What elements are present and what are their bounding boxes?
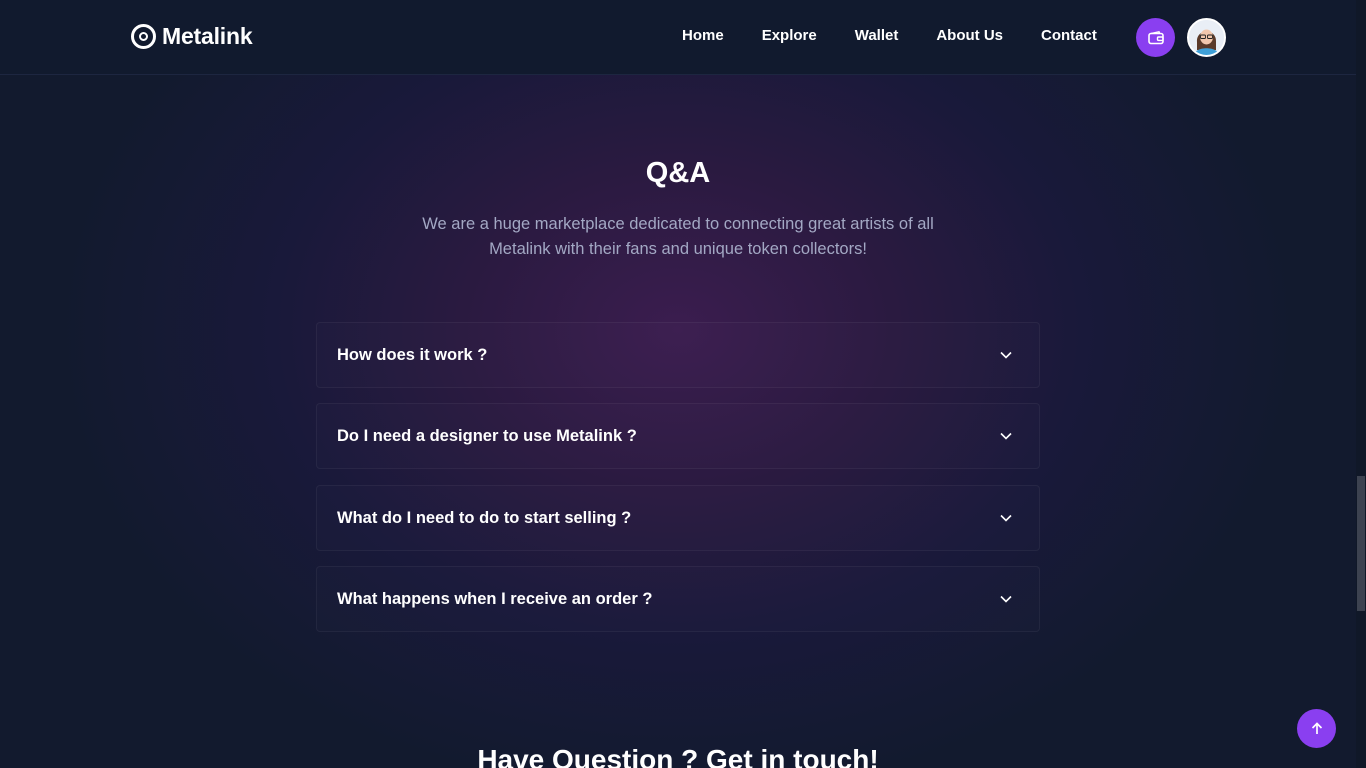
chevron-down-icon [997,509,1015,527]
qa-subtitle-line-2: Metalink with their fans and unique toke… [489,240,867,258]
chevron-down-icon [997,590,1015,608]
faq-item[interactable]: What happens when I receive an order ? [316,566,1040,632]
nav-wallet[interactable]: Wallet [855,27,899,44]
user-avatar[interactable] [1187,18,1226,57]
faq-item[interactable]: How does it work ? [316,322,1040,388]
contact-title: Have Question ? Get in touch! [477,744,879,768]
faq-question: Do I need a designer to use Metalink ? [337,426,637,445]
brand-name: Metalink [162,23,253,49]
nav-contact[interactable]: Contact [1041,27,1097,44]
qa-section: Q&A We are a huge marketplace dedicated … [0,0,1356,768]
wallet-icon [1147,30,1164,44]
logo-icon [131,24,156,49]
page-scrollbar[interactable] [1356,0,1366,768]
qa-subtitle-line-1: We are a huge marketplace dedicated to c… [422,215,934,233]
scrollbar-thumb[interactable] [1357,476,1365,611]
faq-item[interactable]: Do I need a designer to use Metalink ? [316,403,1040,469]
faq-item[interactable]: What do I need to do to start selling ? [316,485,1040,551]
nav-explore[interactable]: Explore [762,27,817,44]
nav-home[interactable]: Home [682,27,724,44]
brand-logo[interactable]: Metalink [131,23,253,50]
qa-title: Q&A [645,157,711,189]
wallet-button[interactable] [1136,18,1175,57]
faq-question: What happens when I receive an order ? [337,589,653,608]
faq-question: What do I need to do to start selling ? [337,508,632,527]
nav-about-us[interactable]: About Us [936,27,1003,44]
avatar-image [1189,20,1224,55]
main-nav: Home Explore Wallet About Us Contact [682,27,1135,44]
site-header: Metalink Home Explore Wallet About Us Co… [0,0,1356,75]
chevron-down-icon [997,427,1015,445]
faq-question: How does it work ? [337,345,488,364]
arrow-up-icon [1311,722,1322,734]
chevron-down-icon [997,346,1015,364]
back-to-top-button[interactable] [1297,709,1336,748]
qa-subtitle: We are a huge marketplace dedicated to c… [398,212,958,262]
